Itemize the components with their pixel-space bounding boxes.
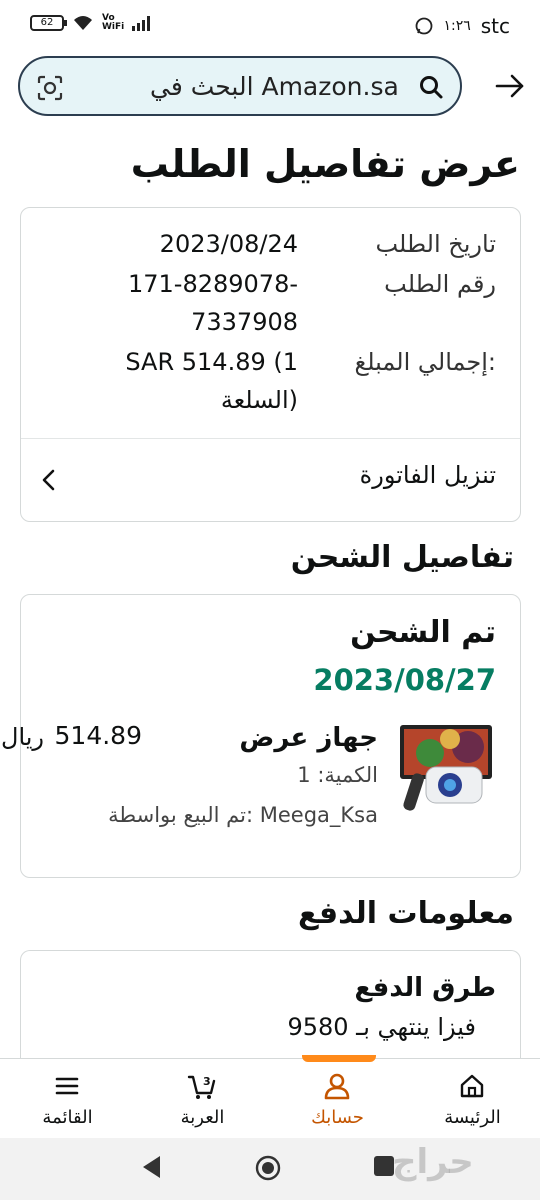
order-date-value: 2023/08/24	[159, 230, 298, 258]
home-icon	[460, 1074, 484, 1098]
order-total-value-line2: السلعة)	[220, 386, 298, 414]
status-bar: 62 Vo WiFi ١:٢٦ stc	[0, 0, 540, 50]
download-invoice-button[interactable]: تنزيل الفاتورة	[21, 439, 520, 521]
system-back-icon[interactable]	[140, 1154, 164, 1180]
nav-cart[interactable]: 3 العربة	[135, 1059, 270, 1139]
status-right: ١:٢٦ stc	[415, 14, 510, 38]
back-arrow-icon[interactable]	[492, 68, 528, 104]
product-title[interactable]: جهاز عرض	[239, 723, 378, 753]
product-image[interactable]	[398, 721, 494, 813]
nav-cart-label: العربة	[180, 1107, 225, 1128]
nav-account-label: حسابك	[311, 1107, 364, 1128]
status-left: 62 Vo WiFi	[30, 14, 154, 32]
account-icon	[324, 1073, 350, 1100]
camera-scan-icon[interactable]	[36, 74, 64, 102]
system-nav-bar: حراج	[0, 1138, 540, 1200]
battery-level: 62	[40, 17, 54, 28]
nav-menu[interactable]: القائمة	[0, 1059, 135, 1139]
product-price: 514.89	[54, 721, 142, 750]
product-currency: ريال	[1, 723, 45, 751]
shipment-status: تم الشحن	[350, 615, 496, 650]
shipping-section-title: تفاصيل الشحن	[290, 540, 514, 575]
download-invoice-label: تنزيل الفاتورة	[359, 461, 496, 489]
system-recents-icon[interactable]	[374, 1156, 394, 1176]
nav-menu-label: القائمة	[42, 1107, 93, 1128]
search-row: البحث في Amazon.sa	[0, 56, 540, 118]
search-input[interactable]: البحث في Amazon.sa	[18, 56, 462, 116]
order-date-label: تاريخ الطلب	[375, 230, 496, 258]
order-number-value-line1: 171-8289078-	[127, 270, 298, 298]
nav-account[interactable]: حسابك	[270, 1059, 405, 1139]
nav-home-label: الرئيسة	[444, 1107, 501, 1128]
carrier-name: stc	[480, 14, 510, 38]
shipment-date: 2023/08/27	[313, 663, 496, 697]
battery-icon: 62	[30, 15, 67, 31]
bottom-nav: الرئيسة حسابك 3 العربة القائمة	[0, 1055, 540, 1139]
order-number-value-line2: 7337908	[191, 308, 298, 336]
shipment-card: تم الشحن 2023/08/27 جهاز عرض الكمية: 1 ت…	[1, 594, 521, 878]
order-summary-card: تاريخ الطلب 2023/08/24 رقم الطلب 171-828…	[20, 207, 521, 522]
order-total-value-line1: SAR 514.89 (1	[125, 348, 298, 376]
payment-section-title: معلومات الدفع	[297, 896, 514, 931]
product-quantity: الكمية: 1	[297, 763, 378, 787]
page-title: عرض تفاصيل الطلب	[130, 142, 520, 186]
search-placeholder: البحث في Amazon.sa	[150, 72, 399, 101]
menu-icon	[55, 1077, 79, 1095]
system-home-icon[interactable]	[254, 1154, 282, 1182]
cart-count-badge: 3	[203, 1075, 211, 1088]
whatsapp-icon	[416, 17, 433, 35]
nav-home[interactable]: الرئيسة	[405, 1059, 540, 1139]
chevron-left-icon	[42, 469, 55, 491]
clock: ١:٢٦	[443, 18, 471, 34]
volte-indicator: Vo WiFi	[102, 14, 124, 32]
payment-card-text: فيزا ينتهي بـ 9580	[287, 1013, 476, 1041]
product-seller: تم البيع بواسطة: Meega_Ksa	[108, 803, 378, 827]
payment-methods-label: طرق الدفع	[354, 973, 496, 1003]
order-number-label: رقم الطلب	[384, 270, 496, 298]
watermark-logo: حراج	[392, 1142, 474, 1182]
order-total-label: إجمالي المبلغ:	[354, 348, 496, 376]
signal-icon	[132, 16, 151, 31]
wifi-icon	[74, 16, 92, 30]
wifi-calling-text: WiFi	[102, 22, 125, 32]
search-icon[interactable]	[418, 74, 444, 100]
cart-icon: 3	[187, 1075, 216, 1099]
